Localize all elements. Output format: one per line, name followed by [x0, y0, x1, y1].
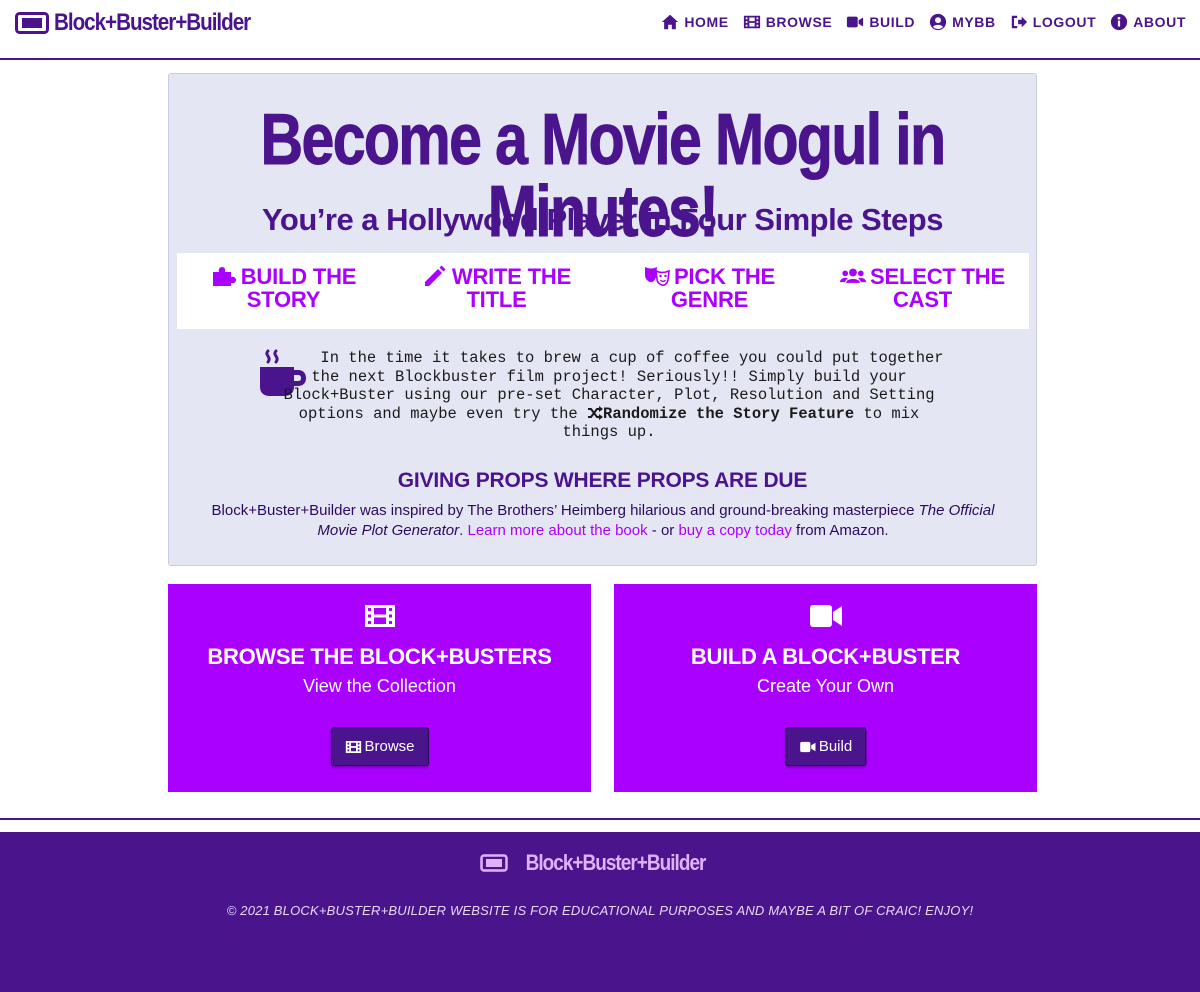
step-select-cast: SELECT THE CAST — [816, 253, 1029, 329]
nav-logout[interactable]: LOGOUT — [1010, 13, 1096, 31]
build-button[interactable]: Build — [784, 727, 867, 766]
footer-divider — [0, 818, 1200, 820]
brand-name: Block+Buster+Builder — [54, 9, 251, 36]
video-icon — [809, 605, 842, 627]
hero-panel: Become a Movie Mogul in Minutes! You’re … — [168, 73, 1037, 566]
browse-button[interactable]: Browse — [330, 727, 429, 766]
puzzle-icon — [212, 267, 236, 286]
browse-card: BROWSE THE BLOCK+BUSTERS View the Collec… — [168, 584, 591, 792]
navbar: Block+Buster+Builder HOME BROWSE BUILD M… — [0, 0, 1200, 60]
props-title: GIVING PROPS WHERE PROPS ARE DUE — [397, 469, 808, 492]
film-icon — [345, 740, 361, 753]
build-card-subtitle: Create Your Own — [756, 676, 895, 696]
step-write-title: WRITE THE TITLE — [390, 253, 603, 329]
ticket-icon — [480, 854, 508, 872]
browse-card-subtitle: View the Collection — [303, 676, 456, 696]
main-nav: HOME BROWSE BUILD MYBB LOGOUT ABOUT — [647, 13, 1186, 31]
sign-out-icon — [1011, 15, 1027, 29]
copyright-text: © 2021 BLOCK+BUSTER+BUILDER WEBSITE IS F… — [226, 903, 974, 918]
steps-row: BUILD THE STORY WRITE THE TITLE PICK THE GE… — [177, 253, 1029, 329]
randomize-feature: Randomize the Story Feature — [603, 404, 855, 423]
video-icon — [799, 741, 815, 752]
hero-subtitle: You’re a Hollywood Player in Four Simple… — [262, 202, 943, 237]
footer-brand-name: Block+Buster+Builder — [525, 850, 707, 875]
step-pick-genre: PICK THE GENRE — [603, 253, 816, 329]
ticket-icon — [15, 12, 49, 34]
home-icon — [662, 14, 679, 30]
film-icon — [364, 605, 395, 627]
footer: Block+Buster+Builder © 2021 BLOCK+BUSTER… — [0, 832, 1200, 992]
users-icon — [840, 268, 867, 283]
theater-masks-icon — [644, 267, 670, 287]
video-icon — [847, 16, 864, 28]
nav-mybb[interactable]: MYBB — [929, 13, 996, 31]
nav-build[interactable]: BUILD — [846, 13, 915, 31]
intro-text: In the time it takes to brew a cup of co… — [283, 349, 944, 441]
user-circle-icon — [930, 13, 947, 31]
random-icon — [588, 405, 604, 420]
pencil-icon — [424, 265, 446, 286]
props-text: Block+Buster+Builder was inspired by The… — [211, 502, 995, 539]
buy-copy-link[interactable]: buy a copy today — [678, 522, 791, 539]
nav-about[interactable]: ABOUT — [1110, 13, 1186, 31]
nav-home[interactable]: HOME — [661, 13, 728, 31]
build-card-title: BUILD A BLOCK+BUSTER — [690, 644, 961, 669]
nav-browse[interactable]: BROWSE — [743, 13, 833, 31]
film-icon — [743, 15, 760, 29]
browse-card-title: BROWSE THE BLOCK+BUSTERS — [207, 644, 552, 669]
info-circle-icon — [1111, 13, 1128, 31]
build-card: BUILD A BLOCK+BUSTER Create Your Own Bui… — [614, 584, 1037, 792]
brand-logo[interactable]: Block+Buster+Builder — [15, 8, 282, 38]
step-build-story: BUILD THE STORY — [177, 253, 390, 329]
learn-more-link[interactable]: Learn more about the book — [467, 522, 647, 539]
footer-brand[interactable]: Block+Buster+Builder — [0, 850, 1200, 876]
